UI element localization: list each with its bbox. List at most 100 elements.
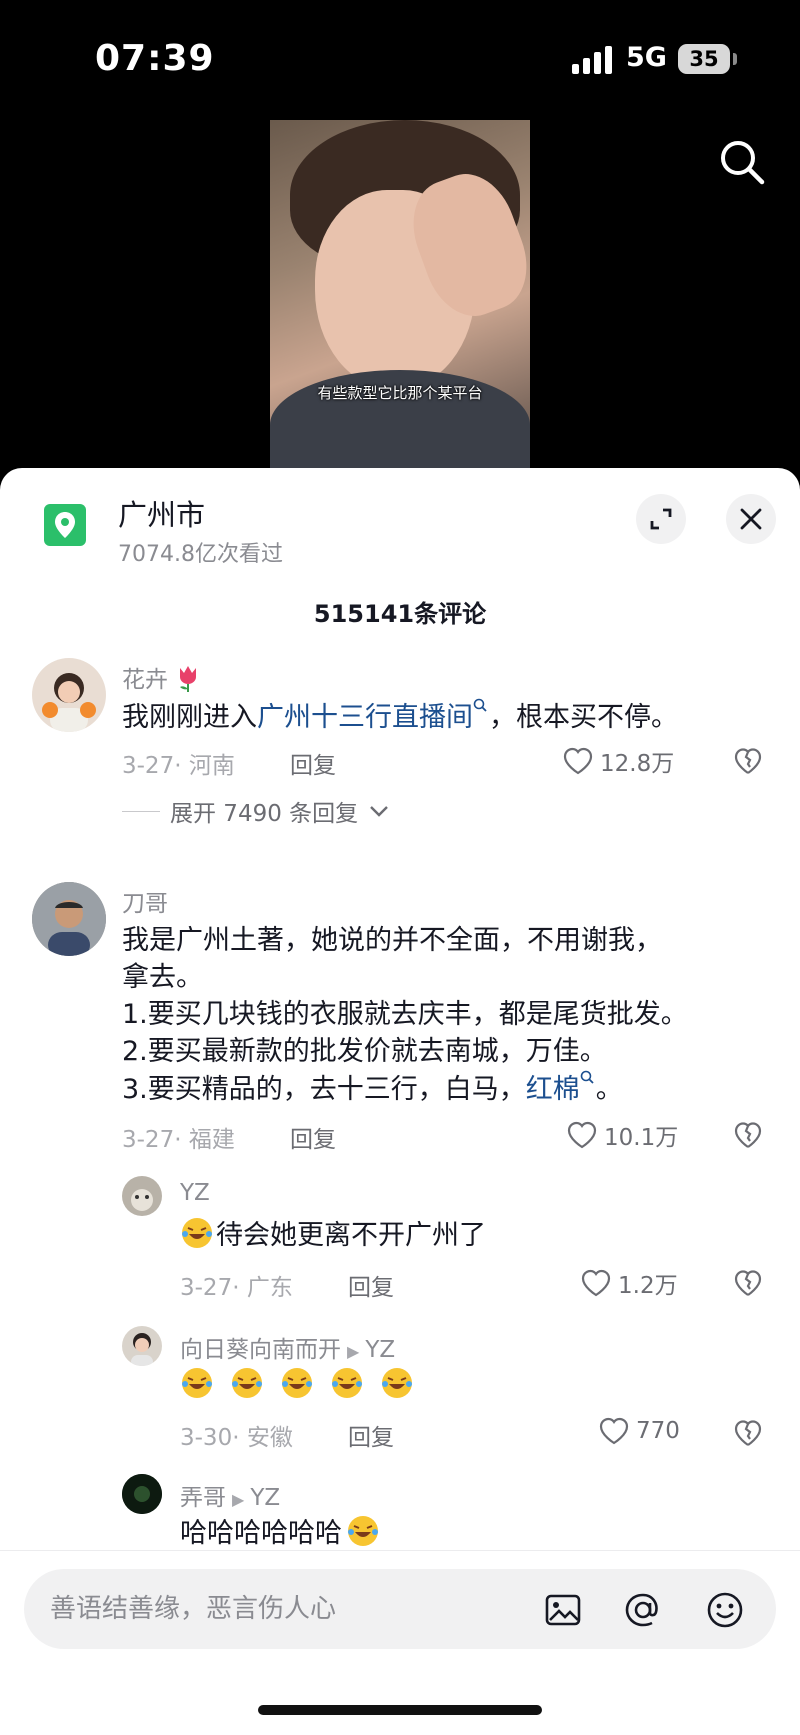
- like-button[interactable]: 10.1万: [566, 1118, 678, 1152]
- search-link-icon: [580, 1070, 594, 1084]
- laughing-crying-emoji-icon: [348, 1516, 378, 1546]
- laughing-crying-emoji-icon: [182, 1218, 212, 1248]
- like-count: 770: [636, 1418, 680, 1444]
- reply-text: 待会她更离不开广州了: [180, 1216, 486, 1254]
- expand-icon: [650, 508, 672, 530]
- reply-author: 弄哥: [180, 1485, 226, 1511]
- like-count: 10.1万: [604, 1125, 679, 1151]
- video-caption: 有些款型它比那个某平台: [317, 384, 483, 402]
- comment-count-title: 515141条评论: [313, 600, 487, 628]
- avatar[interactable]: [32, 882, 106, 956]
- status-time: 07:39: [95, 38, 215, 79]
- comment-text-line: 我是广州土著，她说的并不全面，不用谢我，: [122, 925, 662, 956]
- search-link-icon: [473, 698, 487, 712]
- close-icon: [740, 508, 762, 530]
- heart-icon: [567, 1121, 597, 1149]
- laughing-crying-emoji-icon: [332, 1368, 362, 1398]
- comment-text-part: ，根本买不停。: [489, 702, 678, 733]
- expand-replies-label: 展开 7490 条回复: [170, 801, 359, 827]
- laughing-crying-emoji-icon: [232, 1368, 262, 1398]
- reply-button[interactable]: 回复: [290, 746, 336, 780]
- emoji-button[interactable]: [704, 1589, 746, 1631]
- comment-text-line: 1.要买几块钱的衣服就去庆丰，都是尾货批发。: [122, 999, 688, 1030]
- avatar[interactable]: [122, 1326, 162, 1366]
- mention-button[interactable]: [622, 1589, 664, 1631]
- comment-sheet: 广州市 7074.8亿次看过 515141条评论 花卉 我刚刚进入广州十三行直播…: [0, 468, 800, 1734]
- reply-emoji-row: [180, 1366, 416, 1404]
- image-button[interactable]: [542, 1589, 584, 1631]
- heart-icon: [581, 1269, 611, 1297]
- cellular-signal-icon: [572, 46, 616, 74]
- comment-username[interactable]: 刀哥: [122, 884, 168, 918]
- comment-text: 我刚刚进入广州十三行直播间 ，根本买不停。: [122, 698, 678, 736]
- reply-date-location: 3-27· 广东: [180, 1275, 293, 1301]
- dislike-button[interactable]: [733, 1418, 763, 1448]
- like-count: 1.2万: [618, 1273, 678, 1299]
- reply-button[interactable]: 回复: [348, 1268, 394, 1302]
- broken-heart-icon: [734, 748, 762, 774]
- laughing-crying-emoji-icon: [382, 1368, 412, 1398]
- comment-text-line: 2.要买最新款的批发价就去南城，万佳。: [122, 1036, 607, 1067]
- reply-date-location: 3-30· 安徽: [180, 1425, 293, 1451]
- expand-button[interactable]: [636, 494, 686, 544]
- comment-input[interactable]: [24, 1569, 530, 1649]
- like-button[interactable]: 770: [598, 1416, 680, 1446]
- battery-icon: 35: [678, 44, 730, 74]
- reply-author: 向日葵向南而开: [180, 1337, 341, 1363]
- video-player[interactable]: 有些款型它比那个某平台: [270, 120, 530, 470]
- comment-text-part: 3.要买精品的，去十三行，白马，: [122, 1074, 526, 1105]
- network-type: 5G: [626, 42, 667, 73]
- reply-username[interactable]: 向日葵向南而开 ▶ YZ: [180, 1330, 395, 1364]
- avatar[interactable]: [122, 1474, 162, 1514]
- smiley-icon: [707, 1592, 743, 1628]
- home-indicator[interactable]: [258, 1705, 542, 1715]
- reply-username[interactable]: YZ: [180, 1180, 210, 1206]
- search-button[interactable]: [716, 136, 770, 190]
- location-pin-icon[interactable]: [44, 504, 86, 546]
- laughing-crying-emoji-icon: [282, 1368, 312, 1398]
- close-button[interactable]: [726, 494, 776, 544]
- battery-cap: [733, 53, 737, 65]
- like-count: 12.8万: [600, 751, 675, 777]
- broken-heart-icon: [734, 1122, 762, 1148]
- broken-heart-icon: [734, 1270, 762, 1296]
- live-room-link[interactable]: 广州十三行直播间: [257, 702, 473, 733]
- reply-button[interactable]: 回复: [290, 1120, 336, 1154]
- status-bar: 07:39 5G 35: [0, 0, 800, 120]
- location-views: 7074.8亿次看过: [118, 542, 283, 567]
- comment-text-line: 拿去。: [122, 962, 203, 993]
- reply-text-content: 哈哈哈哈哈哈: [180, 1518, 342, 1549]
- chevron-down-icon: [370, 806, 389, 817]
- broken-heart-icon: [734, 1420, 762, 1446]
- dislike-button[interactable]: [733, 746, 763, 776]
- like-button[interactable]: 1.2万: [580, 1266, 678, 1300]
- reply-target: YZ: [250, 1485, 281, 1511]
- at-mention-icon: [625, 1593, 658, 1627]
- image-icon: [545, 1594, 581, 1626]
- avatar[interactable]: [122, 1176, 162, 1216]
- heart-icon: [599, 1417, 629, 1445]
- reply-text: 哈哈哈哈哈哈: [180, 1514, 382, 1552]
- avatar[interactable]: [32, 658, 106, 732]
- reply-button[interactable]: 回复: [348, 1418, 394, 1452]
- search-icon: [721, 141, 765, 185]
- laughing-crying-emoji-icon: [182, 1368, 212, 1398]
- comment-input-bar: [0, 1550, 800, 1735]
- reply-text-content: 待会她更离不开广州了: [216, 1220, 486, 1251]
- reply-username[interactable]: 弄哥 ▶ YZ: [180, 1478, 280, 1512]
- heart-icon: [563, 747, 593, 775]
- comment-text-part: 我刚刚进入: [122, 702, 257, 733]
- divider-line: [122, 810, 160, 812]
- dislike-button[interactable]: [733, 1120, 763, 1150]
- expand-replies-button[interactable]: 展开 7490 条回复: [122, 794, 390, 828]
- location-title[interactable]: 广州市: [118, 492, 205, 534]
- like-button[interactable]: 12.8万: [562, 744, 674, 778]
- reply-arrow-icon: ▶: [232, 1490, 245, 1509]
- dislike-button[interactable]: [733, 1268, 763, 1298]
- comment-date-location: 3-27· 河南: [122, 753, 235, 779]
- comment-username[interactable]: 花卉: [122, 660, 201, 694]
- comment-text-part: 。: [595, 1074, 623, 1105]
- comment-text-line: 3.要买精品的，去十三行，白马，红棉。: [122, 1070, 623, 1108]
- hongmian-link[interactable]: 红棉: [526, 1074, 580, 1105]
- reply-arrow-icon: ▶: [347, 1342, 360, 1361]
